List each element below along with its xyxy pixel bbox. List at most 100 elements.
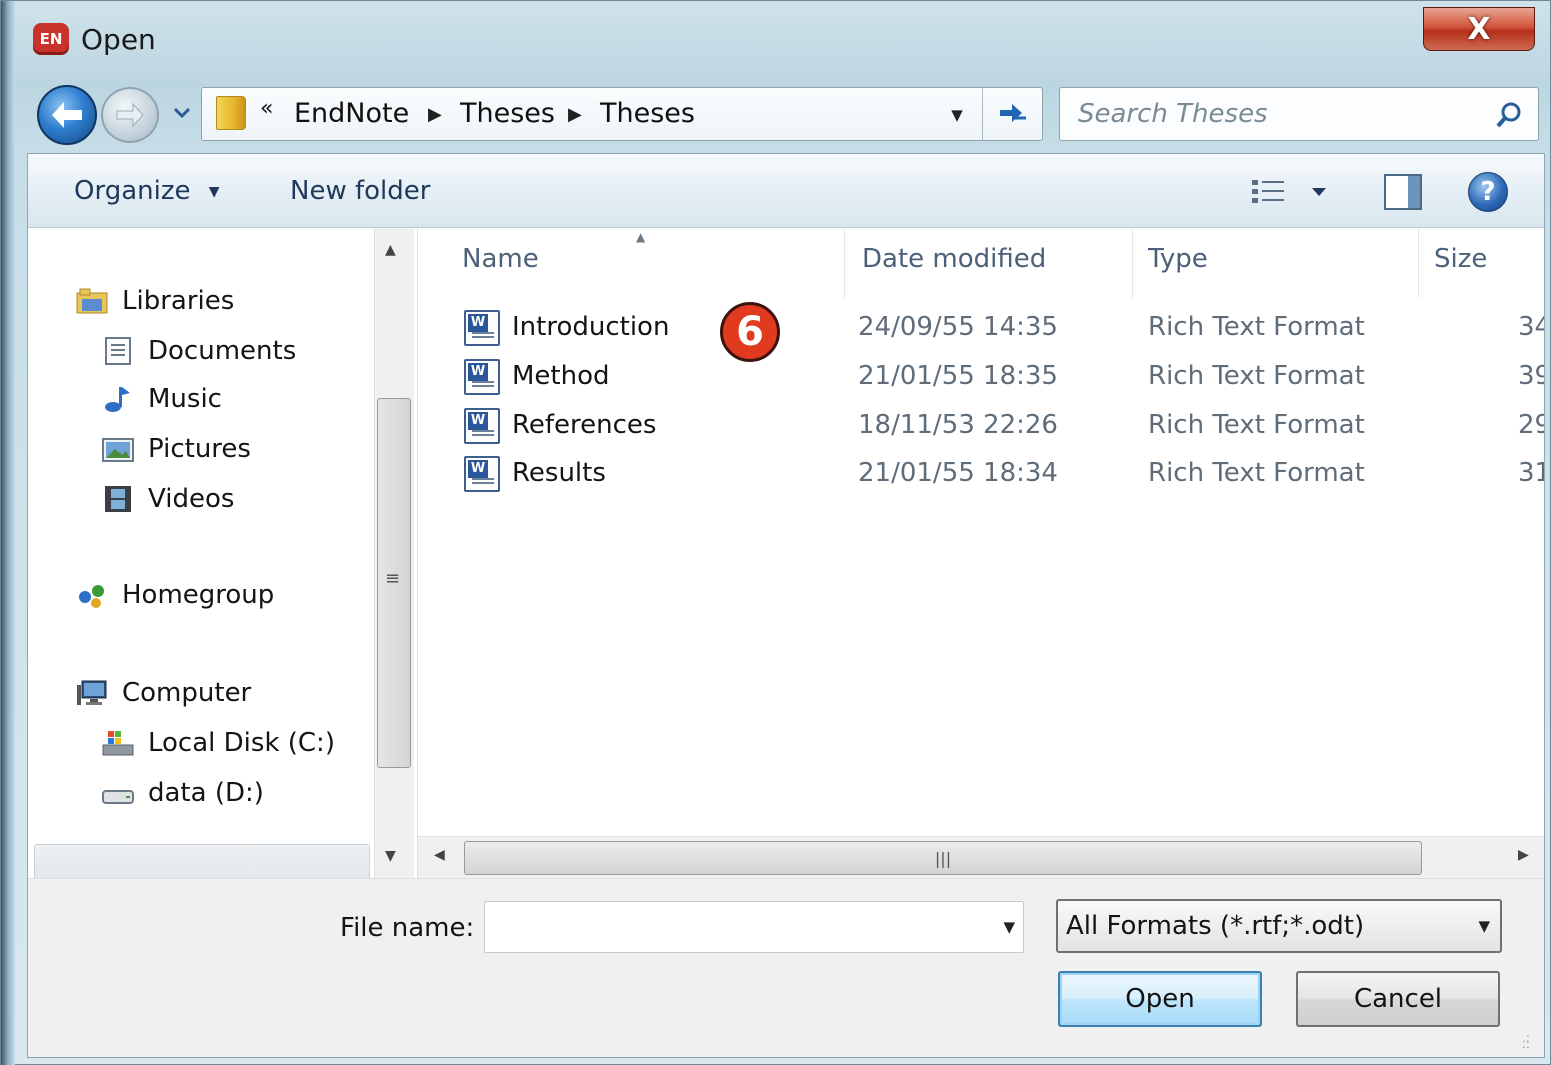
file-name: Method xyxy=(512,361,610,391)
file-selection-panel: File name: ▼ All Formats (*.rtf;*.odt) ▼… xyxy=(28,878,1544,1057)
endnote-app-icon: EN xyxy=(33,23,69,55)
nav-item-homegroup[interactable]: Homegroup xyxy=(76,580,274,610)
resize-grip-icon[interactable]: .:.: xyxy=(1522,1032,1540,1053)
breadcrumb-theses[interactable]: Theses xyxy=(460,98,555,129)
recent-locations-button[interactable] xyxy=(171,101,193,125)
file-type: Rich Text Format xyxy=(1148,312,1365,342)
column-header-name[interactable]: Name xyxy=(462,244,539,274)
nav-item-local-disk[interactable]: Local Disk (C:) xyxy=(102,728,335,758)
homegroup-icon xyxy=(79,585,104,608)
command-toolbar: Organize ▼ New folder ? xyxy=(28,154,1544,228)
new-folder-button[interactable]: New folder xyxy=(290,176,430,206)
nav-item-data-drive[interactable]: data (D:) xyxy=(102,778,264,808)
breadcrumb-separator-icon[interactable]: ▶ xyxy=(428,104,442,125)
nav-item-pictures[interactable]: Pictures xyxy=(102,434,251,464)
chevron-down-icon[interactable]: ▼ xyxy=(1003,918,1015,936)
file-size: 34 xyxy=(1518,312,1544,342)
open-button[interactable]: Open xyxy=(1058,971,1262,1027)
address-dropdown-icon[interactable]: ▼ xyxy=(942,102,972,128)
breadcrumb-separator-icon[interactable]: ▶ xyxy=(568,104,582,125)
file-type-filter-value: All Formats (*.rtf;*.odt) xyxy=(1066,911,1365,941)
details-view-icon xyxy=(1252,180,1326,203)
address-bar[interactable]: « EndNote ▶ Theses ▶ Theses ▼ xyxy=(201,87,1043,141)
file-row[interactable]: Results 21/01/55 18:34 Rich Text Format … xyxy=(418,450,1544,498)
search-icon[interactable] xyxy=(1494,100,1524,130)
scroll-left-arrow-icon[interactable]: ◀ xyxy=(434,847,445,863)
nav-label-data-drive: data (D:) xyxy=(148,778,264,808)
forward-arrow-icon xyxy=(116,102,144,128)
computer-icon xyxy=(77,680,107,705)
navigation-pane: Libraries Documents Music Pictures Video… xyxy=(28,228,418,892)
column-divider[interactable] xyxy=(1132,228,1133,298)
chevron-down-icon: ▼ xyxy=(1478,917,1490,935)
nav-label-documents: Documents xyxy=(148,336,297,366)
videos-icon xyxy=(105,486,131,512)
nav-label-libraries: Libraries xyxy=(122,286,235,316)
column-header-type[interactable]: Type xyxy=(1148,244,1208,274)
step-number-badge: 6 xyxy=(720,302,780,362)
music-icon xyxy=(105,387,130,412)
scroll-right-arrow-icon[interactable]: ▶ xyxy=(1518,847,1529,863)
nav-item-libraries[interactable]: Libraries xyxy=(76,286,234,316)
back-button[interactable] xyxy=(37,85,97,145)
breadcrumb-endnote[interactable]: EndNote xyxy=(294,98,409,129)
file-date: 24/09/55 14:35 xyxy=(858,312,1058,342)
forward-button[interactable] xyxy=(101,87,159,143)
organize-label: Organize xyxy=(74,176,191,206)
local-disk-icon xyxy=(102,731,134,756)
nav-label-music: Music xyxy=(148,384,222,414)
open-dialog-window: EN Open X « EndNote ▶ Theses ▶ Theses ▼ xyxy=(0,0,1551,1065)
file-date: 21/01/55 18:34 xyxy=(858,458,1058,488)
file-name-input[interactable] xyxy=(491,908,971,946)
nav-vertical-scrollbar[interactable]: ▲ ≡ ▼ xyxy=(374,228,414,878)
cancel-button[interactable]: Cancel xyxy=(1296,971,1500,1027)
help-button[interactable]: ? xyxy=(1468,172,1508,212)
file-type: Rich Text Format xyxy=(1148,458,1365,488)
documents-icon xyxy=(105,337,131,365)
column-header-size[interactable]: Size xyxy=(1434,244,1487,274)
rtf-document-icon xyxy=(464,310,500,346)
sort-ascending-icon: ▲ xyxy=(636,230,646,244)
file-date: 18/11/53 22:26 xyxy=(858,410,1058,440)
scroll-down-arrow-icon[interactable]: ▼ xyxy=(385,848,396,864)
file-type-filter-select[interactable]: All Formats (*.rtf;*.odt) ▼ xyxy=(1056,899,1502,953)
close-button[interactable]: X xyxy=(1423,7,1535,51)
nav-label-pictures: Pictures xyxy=(148,434,251,464)
rtf-document-icon xyxy=(464,408,500,444)
title-bar[interactable]: EN Open X xyxy=(15,1,1545,81)
refresh-button[interactable] xyxy=(982,88,1042,140)
drive-icon xyxy=(102,790,134,804)
file-name: Introduction xyxy=(512,312,670,342)
nav-item-videos[interactable]: Videos xyxy=(102,484,234,514)
back-arrow-icon xyxy=(52,102,82,128)
libraries-icon xyxy=(76,288,108,314)
chevron-down-icon xyxy=(174,108,190,118)
change-view-button[interactable] xyxy=(1250,174,1330,210)
column-divider[interactable] xyxy=(844,228,845,298)
nav-item-documents[interactable]: Documents xyxy=(102,336,296,366)
file-list-horizontal-scrollbar[interactable]: ◀ ||| ▶ xyxy=(418,836,1544,878)
window-title: Open xyxy=(81,23,156,56)
file-name-label: File name: xyxy=(340,913,475,943)
chevron-down-icon: ▼ xyxy=(208,183,220,200)
preview-pane-button[interactable] xyxy=(1384,174,1422,210)
column-header-date[interactable]: Date modified xyxy=(862,244,1046,274)
file-row[interactable]: Method 21/01/55 18:35 Rich Text Format 3… xyxy=(418,353,1544,401)
file-row[interactable]: References 18/11/53 22:26 Rich Text Form… xyxy=(418,402,1544,450)
search-box[interactable] xyxy=(1059,87,1539,141)
column-divider[interactable] xyxy=(1418,228,1419,298)
nav-label-local-disk: Local Disk (C:) xyxy=(148,728,335,758)
organize-button[interactable]: Organize ▼ xyxy=(74,176,220,206)
scroll-grip-icon: ≡ xyxy=(385,568,401,589)
file-type: Rich Text Format xyxy=(1148,410,1365,440)
search-input[interactable] xyxy=(1078,98,1478,130)
horizontal-scroll-thumb[interactable]: ||| xyxy=(464,841,1422,875)
file-name-combobox[interactable]: ▼ xyxy=(484,901,1024,953)
nav-item-computer[interactable]: Computer xyxy=(76,678,251,708)
scroll-up-arrow-icon[interactable]: ▲ xyxy=(385,242,396,258)
nav-item-music[interactable]: Music xyxy=(102,384,222,414)
breadcrumb-theses-current[interactable]: Theses xyxy=(600,98,695,129)
file-name: References xyxy=(512,410,657,440)
breadcrumb-overflow[interactable]: « xyxy=(260,96,273,121)
file-row[interactable]: Introduction 24/09/55 14:35 Rich Text Fo… xyxy=(418,304,1544,352)
